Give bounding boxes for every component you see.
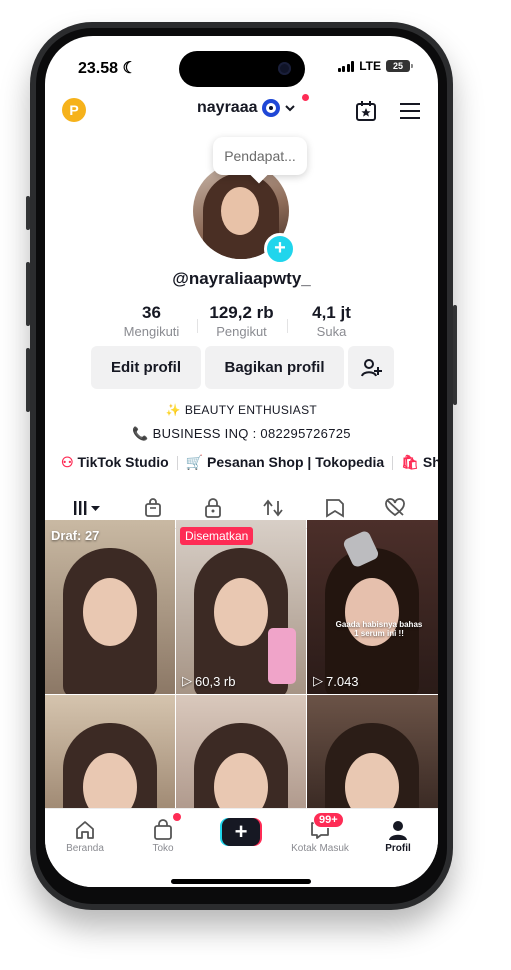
hidden-heart-icon [385, 498, 405, 517]
bottom-nav: Beranda Toko + Kotak Masuk 99+ Profil [45, 808, 438, 887]
stat-likes[interactable]: 4,1 jt Suka [286, 303, 377, 339]
shopping-bag-icon [145, 498, 161, 517]
nav-shop[interactable]: Toko [128, 817, 198, 854]
tiktok-studio-link[interactable]: ⚇ TikTok Studio [61, 454, 169, 471]
bio-line-2: 📞 BUSINESS INQ : 082295726725 [132, 426, 351, 441]
stat-following[interactable]: 36 Mengikuti [107, 303, 197, 339]
bag-icon: 🛍 [401, 454, 419, 470]
shop-icon [154, 819, 172, 840]
drafts-label: Draf: 27 [51, 528, 100, 543]
profile-stats: 36 Mengikuti 129,2 rb Pengikut 4,1 jt Suka [45, 303, 438, 339]
profile-actions: Edit profil Bagikan profil [91, 346, 394, 389]
nav-profile[interactable]: Profil [363, 817, 433, 854]
calendar-star-icon[interactable] [355, 100, 377, 122]
edit-profile-button[interactable]: Edit profil [91, 346, 201, 389]
screen: 23.58 ☾ LTE 25 P nayraaa Pendapat... + @… [45, 36, 438, 887]
view-count: ▷ 60,3 rb [182, 673, 236, 689]
points-icon[interactable]: P [62, 98, 86, 122]
repost-icon [263, 499, 283, 517]
username: nayraaa [197, 99, 258, 116]
shop-orders-link[interactable]: 🛒 Pesanan Shop | Tokopedia [186, 454, 384, 471]
stat-followers[interactable]: 129,2 rb Pengikut [196, 303, 287, 339]
share-profile-button[interactable]: Bagikan profil [205, 346, 344, 389]
network-label: LTE [359, 59, 381, 73]
nav-home[interactable]: Beranda [50, 817, 120, 854]
video-grid: Draf: 27 Disematkan ▷ 60,3 rb Gaada habis… [45, 520, 438, 810]
studio-icon: ⚇ [61, 454, 74, 470]
home-icon [76, 821, 94, 839]
moon-icon: ☾ [122, 60, 137, 77]
add-story-icon[interactable]: + [264, 233, 296, 265]
tooltip-bubble[interactable]: Pendapat... [213, 137, 307, 175]
signal-icon [337, 60, 355, 72]
cart-icon: 🛒 [185, 454, 204, 470]
bookmark-icon [326, 499, 344, 518]
plus-icon: + [222, 818, 260, 846]
video-thumbnail[interactable] [307, 695, 438, 810]
evil-eye-icon [261, 99, 280, 117]
profile-handle: @nayraliaapwty_ [172, 269, 311, 288]
power-button [453, 305, 457, 405]
create-button[interactable]: + [220, 818, 262, 846]
video-thumbnail[interactable]: Gaada habisnya bahas 1 serum ini !! ▷ 7.0… [307, 520, 438, 694]
battery-icon: 25 [386, 60, 413, 72]
account-switcher[interactable]: nayraaa [197, 99, 296, 117]
add-user-icon [361, 358, 382, 376]
video-thumbnail[interactable] [176, 695, 306, 810]
shop-notification-dot [173, 813, 181, 821]
inbox-badge: 99+ [313, 812, 344, 828]
menu-icon[interactable] [400, 102, 420, 120]
video-thumbnail[interactable] [45, 695, 175, 810]
video-thumbnail-pinned[interactable]: Disematkan ▷ 60,3 rb [176, 520, 306, 694]
home-indicator [171, 879, 311, 884]
profile-icon [389, 821, 407, 840]
status-time: 23.58 ☾ [78, 60, 137, 77]
view-count: ▷ 7.043 [313, 673, 359, 689]
dynamic-island [179, 51, 305, 87]
chevron-down-icon [284, 105, 295, 112]
shop-link[interactable]: 🛍 Sh [401, 454, 438, 471]
video-caption: Gaada habisnya bahas 1 serum ini !! [335, 620, 423, 638]
notification-dot [302, 94, 309, 101]
bio-line-1: ✨ BEAUTY ENTHUSIAST [165, 403, 318, 417]
play-icon: ▷ [313, 673, 323, 688]
sparkle-icon: ✨ [165, 403, 182, 417]
video-thumbnail-drafts[interactable]: Draf: 27 [45, 520, 175, 694]
grid-lines-icon [74, 501, 100, 515]
add-friend-button[interactable] [348, 346, 394, 389]
status-indicators: LTE 25 [337, 59, 413, 73]
lock-icon [205, 498, 221, 518]
play-icon: ▷ [182, 673, 192, 688]
phone-icon: 📞 [132, 426, 149, 441]
profile-links: ⚇ TikTok Studio 🛒 Pesanan Shop | Tokoped… [61, 454, 438, 471]
pinned-badge: Disematkan [180, 527, 254, 545]
